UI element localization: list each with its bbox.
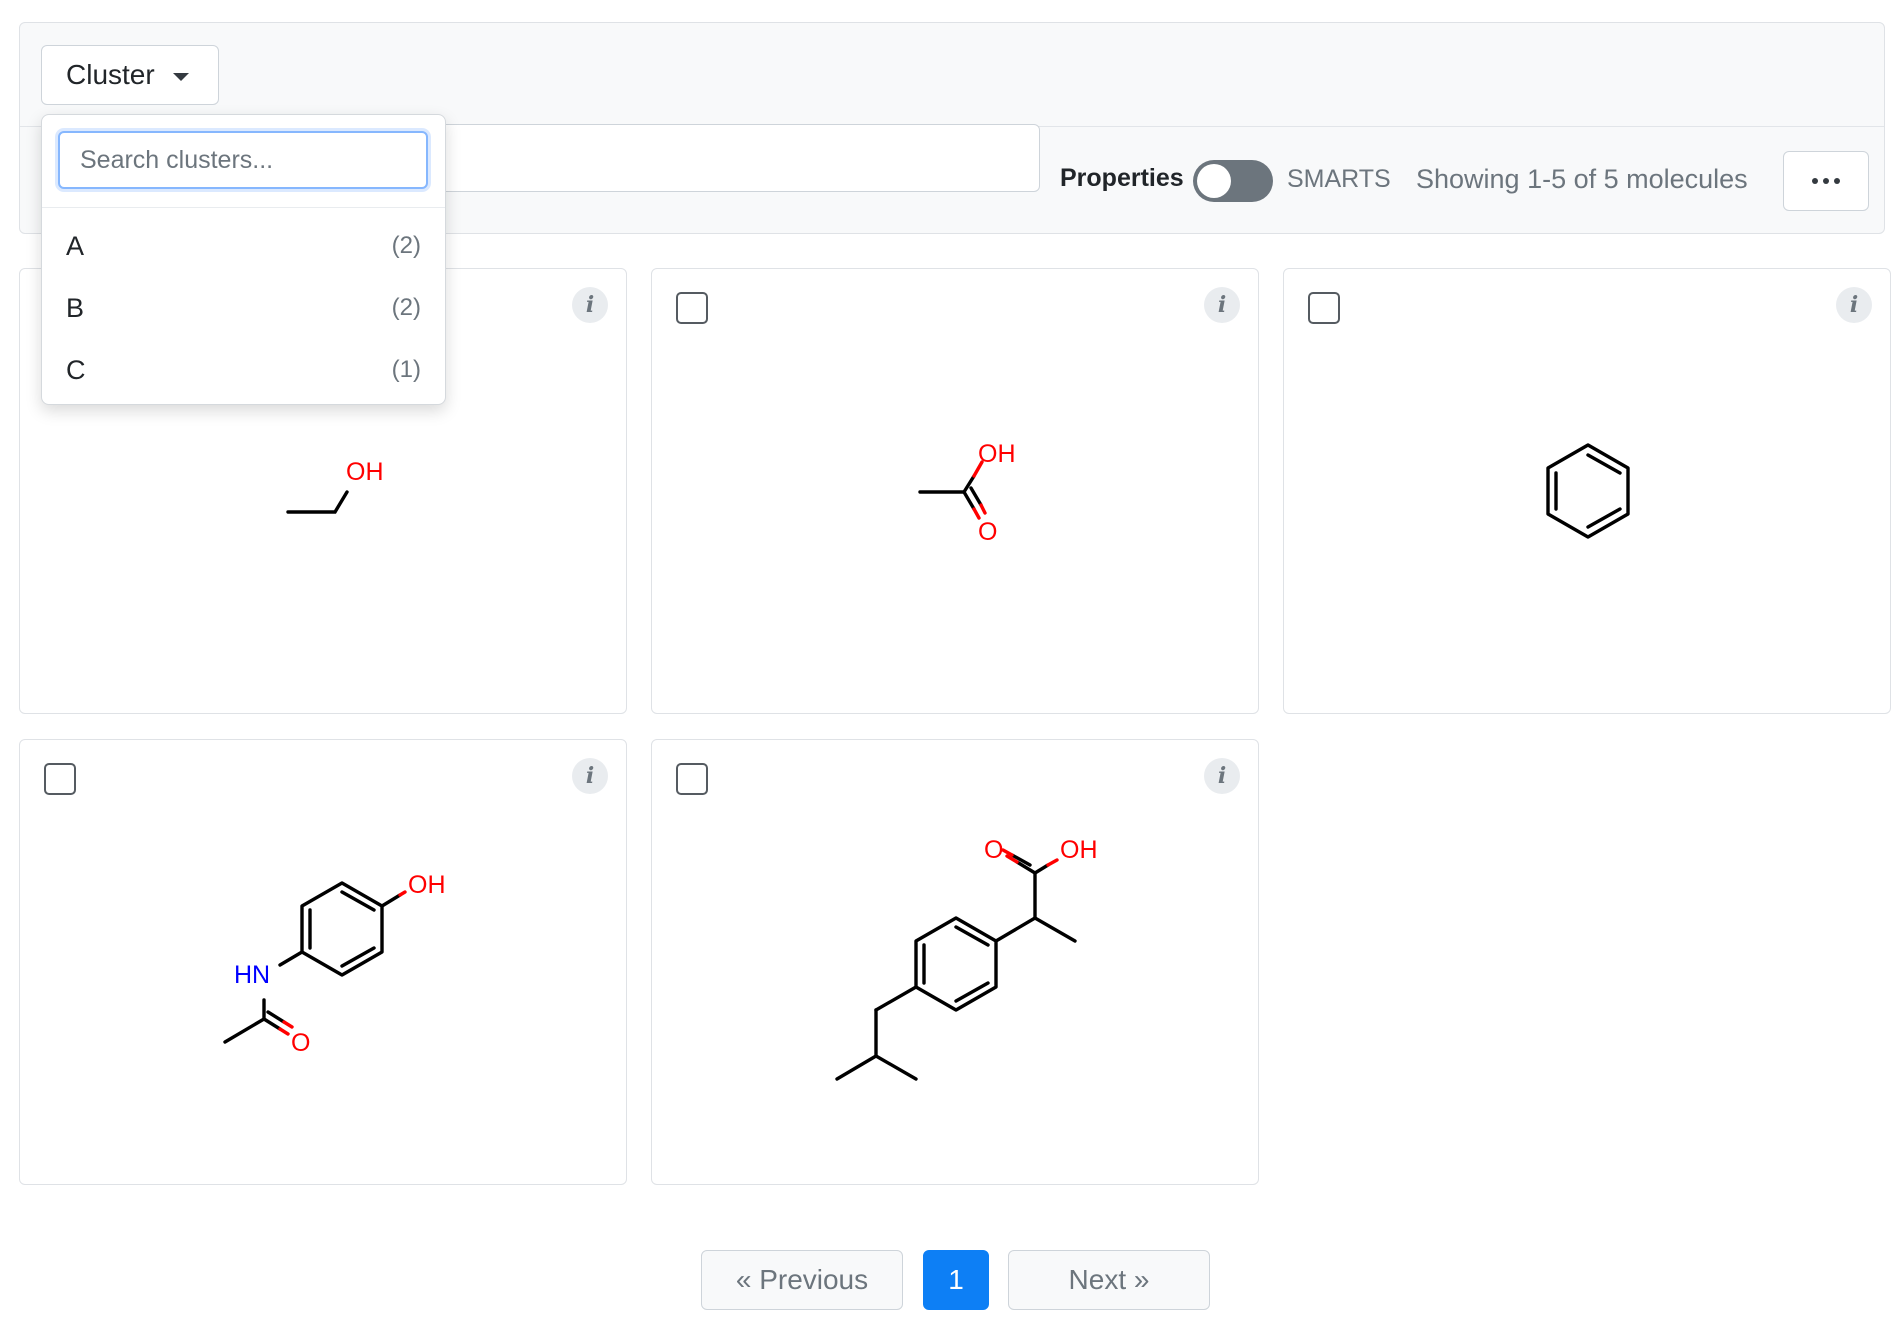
atom-label: O bbox=[984, 836, 1003, 864]
molecule-structure: OH O bbox=[918, 440, 1016, 546]
smarts-label: SMARTS bbox=[1287, 165, 1391, 193]
molecule-structure: OH HN O bbox=[223, 871, 446, 1057]
caret-down-icon bbox=[173, 73, 189, 81]
molecule-card[interactable]: i O OH bbox=[651, 739, 1259, 1185]
atom-label: OH bbox=[978, 440, 1016, 468]
atom-label: OH bbox=[1060, 836, 1098, 864]
molecule-card[interactable]: i OH O bbox=[651, 268, 1259, 714]
cluster-dropdown-button[interactable]: Cluster bbox=[41, 45, 219, 105]
atom-label: HN bbox=[234, 961, 270, 989]
atom-label: O bbox=[978, 518, 997, 546]
cluster-item-count: (2) bbox=[391, 232, 421, 259]
cluster-button-label: Cluster bbox=[66, 59, 155, 90]
cluster-item-b[interactable]: B (2) bbox=[42, 277, 445, 339]
atom-label: OH bbox=[346, 458, 384, 486]
dropdown-divider bbox=[42, 207, 445, 208]
cluster-item-label: A bbox=[66, 230, 85, 261]
previous-page-button[interactable]: « Previous bbox=[701, 1250, 903, 1310]
more-options-button[interactable] bbox=[1783, 151, 1869, 211]
molecule-card[interactable]: i OH HN O bbox=[19, 739, 627, 1185]
cluster-item-count: (2) bbox=[391, 294, 421, 321]
page-1-button[interactable]: 1 bbox=[923, 1250, 989, 1310]
results-count: Showing 1-5 of 5 molecules bbox=[1416, 164, 1748, 194]
cluster-item-label: B bbox=[66, 292, 85, 323]
smarts-toggle[interactable] bbox=[1193, 160, 1273, 202]
atom-label: O bbox=[291, 1029, 310, 1057]
atom-label: OH bbox=[408, 871, 446, 899]
cluster-item-a[interactable]: A (2) bbox=[42, 215, 445, 277]
molecule-search-input[interactable] bbox=[420, 124, 1040, 192]
ellipsis-icon bbox=[1812, 178, 1818, 184]
cluster-item-count: (1) bbox=[391, 356, 421, 383]
cluster-dropdown-menu: A (2) B (2) C (1) bbox=[41, 114, 446, 405]
cluster-search-input[interactable] bbox=[58, 131, 428, 189]
molecule-structure bbox=[1546, 443, 1630, 539]
properties-label: Properties bbox=[1060, 164, 1184, 192]
molecule-structure: O OH bbox=[835, 836, 1098, 1081]
molecule-card[interactable]: i bbox=[1283, 268, 1891, 714]
cluster-item-label: C bbox=[66, 354, 86, 385]
toggle-knob bbox=[1197, 164, 1231, 198]
next-page-button[interactable]: Next » bbox=[1008, 1250, 1210, 1310]
cluster-item-c[interactable]: C (1) bbox=[42, 339, 445, 401]
